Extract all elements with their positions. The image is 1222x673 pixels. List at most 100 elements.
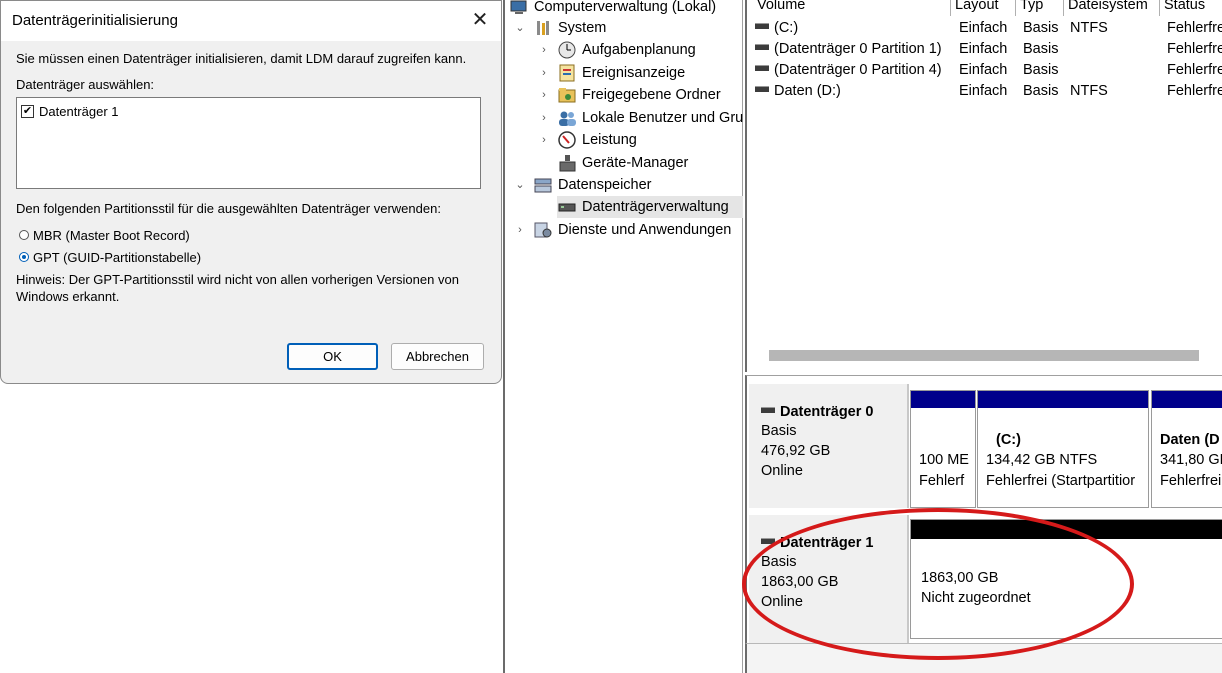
volume-filesystem: NTFS [1070, 83, 1108, 99]
clock-icon [557, 41, 577, 59]
chevron-down-icon[interactable]: ⌄ [514, 21, 526, 34]
table-row[interactable]: (Datenträger 0 Partition 4) Einfach Basi… [747, 62, 1222, 83]
disk-size: 476,92 GB [761, 443, 831, 459]
gpt-radio[interactable] [19, 252, 29, 262]
performance-icon [557, 131, 577, 149]
disk-type: Basis [761, 554, 797, 570]
services-icon [533, 221, 553, 239]
column-header-status[interactable]: Status [1160, 0, 1222, 16]
disk-checkbox[interactable]: ✔ [21, 104, 34, 118]
tree-item-local-users[interactable]: Lokale Benutzer und Gru [557, 107, 743, 129]
partition-header-bar [1152, 391, 1222, 408]
tree-item-storage[interactable]: Datenspeicher [533, 174, 652, 196]
disk-selection-list[interactable]: ✔ Datenträger 1 [16, 97, 481, 189]
tree-item-label: Dienste und Anwendungen [558, 222, 732, 238]
users-icon [557, 109, 577, 127]
drive-icon [755, 65, 769, 72]
partition-block[interactable]: (C:) 134,42 GB NTFS Fehlerfrei (Startpar… [977, 390, 1149, 508]
column-header-layout[interactable]: Layout [951, 0, 1016, 16]
tree-item-task-scheduler[interactable]: Aufgabenplanung [557, 39, 696, 61]
ok-button[interactable]: OK [287, 343, 378, 370]
gpt-option-label: GPT (GUID-Partitionstabelle) [33, 249, 202, 265]
tree-item-shared-folders[interactable]: Freigegebene Ordner [557, 84, 721, 106]
tree-item-services[interactable]: Dienste und Anwendungen [533, 219, 731, 241]
dialog-intro-text: Sie müssen einen Datenträger initialisie… [16, 51, 467, 66]
partition-style-label: Den folgenden Partitionsstil für die aus… [16, 201, 441, 216]
disk-title: Datenträger 1 [761, 535, 873, 551]
close-icon[interactable]: ✕ [459, 1, 501, 41]
tree-item-disk-management[interactable]: Datenträgerverwaltung [557, 196, 743, 218]
tree-item-label: Aufgabenplanung [582, 42, 696, 58]
tree-item-computer-management[interactable]: Computerverwaltung (Lokal) [509, 0, 716, 18]
partition-size: 341,80 GE [1160, 452, 1222, 468]
device-manager-icon [557, 154, 577, 172]
storage-icon [533, 176, 553, 194]
table-row[interactable]: (Datenträger 0 Partition 1) Einfach Basi… [747, 41, 1222, 62]
tree-item-label: Ereignisanzeige [582, 65, 686, 81]
disk-management-icon [557, 198, 577, 216]
volume-list-header: Volume Layout Typ Dateisystem Status [747, 0, 1222, 17]
tree-item-performance[interactable]: Leistung [557, 129, 637, 151]
horizontal-scrollbar[interactable] [769, 350, 1199, 361]
volume-layout: Einfach [959, 41, 1008, 57]
tree-item-label: Datenspeicher [558, 177, 652, 193]
chevron-right-icon[interactable]: › [538, 89, 550, 101]
chevron-right-icon[interactable]: › [514, 224, 526, 236]
column-header-type[interactable]: Typ [1016, 0, 1064, 16]
partition-title: Daten (D [1160, 432, 1220, 448]
tree-item-event-viewer[interactable]: Ereignisanzeige [557, 62, 685, 84]
chevron-right-icon[interactable]: › [538, 67, 550, 79]
partition-status: Fehlerfrei [1160, 473, 1222, 489]
chevron-right-icon[interactable]: › [538, 134, 550, 146]
column-header-filesystem[interactable]: Dateisystem [1064, 0, 1160, 16]
partition-header-bar [978, 391, 1148, 408]
disk-0-label[interactable]: Datenträger 0 Basis 476,92 GB Online [749, 384, 909, 508]
volume-status: Fehlerfre [1167, 20, 1222, 36]
partition-size: 100 ME [919, 452, 969, 468]
table-row[interactable]: Daten (D:) Einfach Basis NTFS Fehlerfre [747, 83, 1222, 104]
disk-title: Datenträger 0 [761, 404, 873, 420]
tree-item-label: System [558, 20, 607, 36]
column-header-volume[interactable]: Volume [753, 0, 951, 16]
volume-type: Basis [1023, 41, 1059, 57]
volume-name: (Datenträger 0 Partition 4) [774, 62, 942, 78]
disk-state: Online [761, 594, 803, 610]
partition-status: Fehlerfrei (Startpartitior [986, 473, 1136, 489]
event-viewer-icon [557, 64, 577, 82]
partition-block[interactable]: 100 ME Fehlerf [910, 390, 976, 508]
drive-icon [755, 86, 769, 93]
unallocated-partition[interactable]: 1863,00 GB Nicht zugeordnet [910, 519, 1222, 639]
chevron-right-icon[interactable]: › [538, 44, 550, 56]
volume-status: Fehlerfre [1167, 41, 1222, 57]
tree-item-system[interactable]: System [533, 17, 606, 39]
gpt-option[interactable]: GPT (GUID-Partitionstabelle) [19, 248, 201, 266]
chevron-down-icon[interactable]: ⌄ [514, 178, 526, 191]
select-disk-label: Datenträger auswählen: [16, 77, 155, 92]
volume-type: Basis [1023, 83, 1059, 99]
tree-item-label: Datenträgerverwaltung [582, 199, 729, 215]
mbr-option[interactable]: MBR (Master Boot Record) [19, 226, 190, 244]
tree-item-device-manager[interactable]: Geräte-Manager [557, 152, 688, 174]
mbr-option-label: MBR (Master Boot Record) [33, 227, 190, 243]
volume-layout: Einfach [959, 83, 1008, 99]
partition-title: (C:) [996, 432, 1021, 448]
tree-item-label: Geräte-Manager [582, 155, 689, 171]
partition-header-bar [911, 520, 1222, 539]
partition-block[interactable]: Daten (D 341,80 GE Fehlerfrei [1151, 390, 1222, 508]
volume-list: Volume Layout Typ Dateisystem Status (C:… [745, 0, 1222, 372]
volume-filesystem: NTFS [1070, 20, 1108, 36]
dialog-titlebar: Datenträgerinitialisierung ✕ [1, 1, 501, 41]
disk-1-label[interactable]: Datenträger 1 Basis 1863,00 GB Online [749, 515, 909, 643]
chevron-right-icon[interactable]: › [538, 112, 550, 124]
tree-item-label: Computerverwaltung (Lokal) [534, 0, 717, 15]
shared-folder-icon [557, 86, 577, 104]
disk-type: Basis [761, 423, 797, 439]
table-row[interactable]: (C:) Einfach Basis NTFS Fehlerfre [747, 20, 1222, 41]
partition-size: 134,42 GB NTFS [986, 452, 1098, 468]
volume-type: Basis [1023, 20, 1059, 36]
drive-icon [761, 538, 775, 545]
partition-header-bar [911, 391, 975, 408]
mbr-radio[interactable] [19, 230, 29, 240]
list-item[interactable]: ✔ Datenträger 1 [21, 102, 119, 120]
cancel-button[interactable]: Abbrechen [391, 343, 484, 370]
